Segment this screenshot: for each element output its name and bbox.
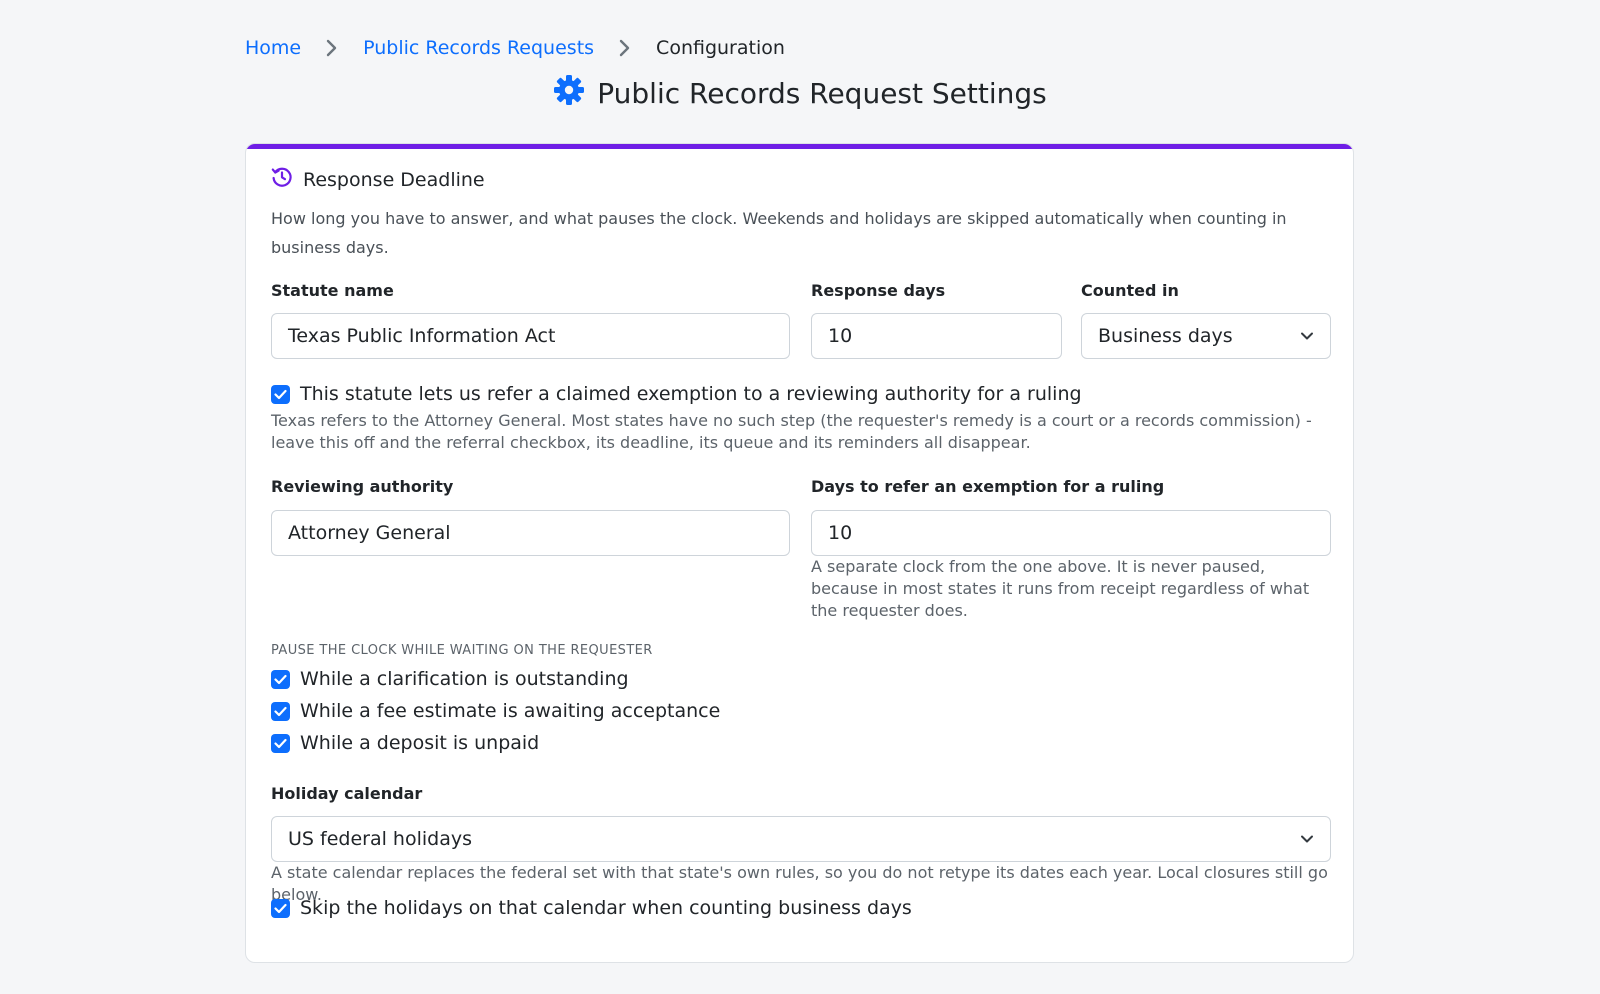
reviewing-authority-label: Reviewing authority bbox=[271, 477, 454, 496]
referral-days-input[interactable]: 10 bbox=[811, 510, 1331, 556]
counted-in-label: Counted in bbox=[1081, 281, 1179, 300]
card-accent-bar bbox=[246, 144, 1353, 149]
referral-days-value: 10 bbox=[828, 522, 853, 544]
holiday-calendar-value: US federal holidays bbox=[288, 828, 472, 850]
breadcrumb-home-link[interactable]: Home bbox=[245, 37, 301, 59]
chevron-down-icon bbox=[1300, 834, 1314, 844]
card-description: How long you have to answer, and what pa… bbox=[271, 209, 1287, 257]
reviewing-authority-value: Attorney General bbox=[288, 522, 451, 544]
pause-option-label: While a deposit is unpaid bbox=[300, 732, 540, 754]
page-title-text: Public Records Request Settings bbox=[597, 77, 1047, 110]
chevron-down-icon bbox=[1300, 331, 1314, 341]
pause-clarification-checkbox[interactable] bbox=[271, 669, 290, 689]
referral-help-text: Texas refers to the Attorney General. Mo… bbox=[271, 411, 1312, 452]
gear-icon bbox=[553, 74, 585, 113]
response-days-input[interactable]: 10 bbox=[811, 313, 1062, 359]
chevron-right-icon bbox=[301, 39, 363, 57]
statute-name-input[interactable]: Texas Public Information Act bbox=[271, 313, 790, 359]
card-title: Response Deadline bbox=[303, 168, 485, 191]
pause-option-label: While a fee estimate is awaiting accepta… bbox=[300, 700, 721, 722]
response-days-label: Response days bbox=[811, 281, 946, 300]
history-clock-icon bbox=[271, 166, 293, 193]
card-header: Response Deadline bbox=[271, 166, 485, 193]
response-deadline-card: Response Deadline How long you have to a… bbox=[245, 143, 1354, 963]
breadcrumb-current: Configuration bbox=[656, 37, 785, 59]
statute-name-value: Texas Public Information Act bbox=[288, 325, 556, 347]
chevron-right-icon bbox=[594, 39, 656, 57]
referral-checkbox[interactable] bbox=[271, 384, 290, 404]
breadcrumb-section-link[interactable]: Public Records Requests bbox=[363, 37, 594, 59]
reviewing-authority-input[interactable]: Attorney General bbox=[271, 510, 790, 556]
holiday-calendar-select[interactable]: US federal holidays bbox=[271, 816, 1331, 862]
pause-section-caption: PAUSE THE CLOCK WHILE WAITING ON THE REQ… bbox=[271, 643, 653, 658]
skip-holidays-row[interactable]: Skip the holidays on that calendar when … bbox=[271, 897, 912, 919]
breadcrumb: Home Public Records Requests Configurati… bbox=[245, 34, 785, 62]
referral-days-label: Days to refer an exemption for a ruling bbox=[811, 477, 1165, 496]
pause-option-row[interactable]: While a deposit is unpaid bbox=[271, 732, 539, 754]
pause-fee-estimate-checkbox[interactable] bbox=[271, 701, 290, 721]
counted-in-select[interactable]: Business days bbox=[1081, 313, 1331, 359]
referral-checkbox-label: This statute lets us refer a claimed exe… bbox=[300, 383, 1082, 405]
referral-checkbox-row[interactable]: This statute lets us refer a claimed exe… bbox=[271, 383, 1082, 405]
pause-option-row[interactable]: While a fee estimate is awaiting accepta… bbox=[271, 700, 720, 722]
skip-holidays-label: Skip the holidays on that calendar when … bbox=[300, 897, 912, 919]
pause-option-row[interactable]: While a clarification is outstanding bbox=[271, 668, 629, 690]
statute-name-label: Statute name bbox=[271, 281, 394, 300]
holiday-calendar-label: Holiday calendar bbox=[271, 784, 423, 803]
pause-deposit-checkbox[interactable] bbox=[271, 733, 290, 753]
referral-days-help-text: A separate clock from the one above. It … bbox=[811, 557, 1310, 620]
skip-holidays-checkbox[interactable] bbox=[271, 898, 290, 918]
pause-option-label: While a clarification is outstanding bbox=[300, 668, 629, 690]
page-title: Public Records Request Settings bbox=[0, 74, 1600, 113]
counted-in-value: Business days bbox=[1098, 325, 1233, 347]
response-days-value: 10 bbox=[828, 325, 853, 347]
